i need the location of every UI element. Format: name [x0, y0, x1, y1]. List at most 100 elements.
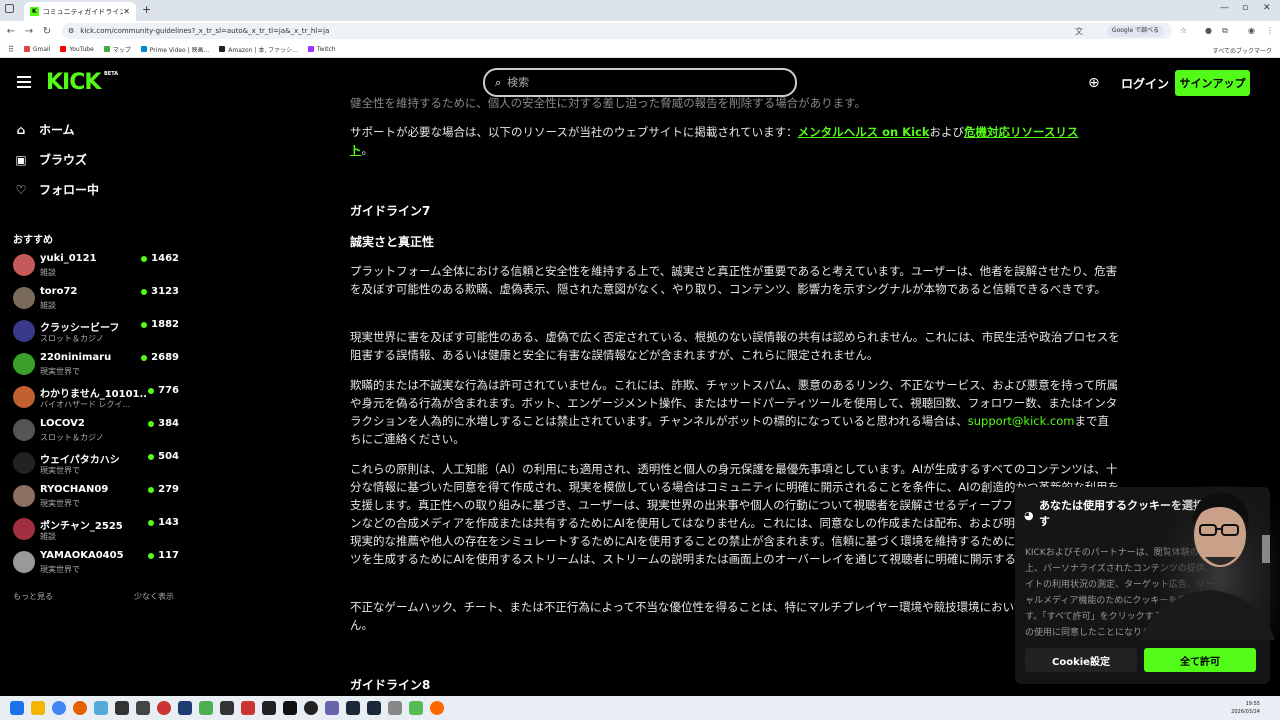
maximize-icon[interactable]: ▫ [1242, 3, 1248, 13]
address-bar[interactable]: ⚙ kick.com/community-guidelines?_x_tr_sl… [62, 23, 1172, 39]
tab-title: コミュニティガイドライン - キックストリ [42, 7, 124, 16]
app-icon-5[interactable] [199, 701, 213, 715]
start-icon[interactable] [10, 701, 24, 715]
tab-close-icon[interactable]: ✕ [123, 7, 130, 16]
bookmark-maps[interactable]: マップ [103, 45, 131, 54]
file-explorer-icon[interactable] [31, 701, 45, 715]
all-bookmarks[interactable]: すべてのブックマーク [1213, 46, 1272, 55]
crisis-resources-link[interactable]: 危機対応リソースリス [964, 125, 1078, 139]
hamburger-menu-icon[interactable] [17, 76, 31, 88]
show-more-link[interactable]: もっと見る [13, 591, 53, 602]
app-icon-11[interactable] [367, 701, 381, 715]
recommended-title: おすすめ [13, 235, 53, 246]
puzzle-icon[interactable]: ⧉ [1222, 26, 1228, 36]
app-icon-8[interactable] [283, 701, 297, 715]
channel-item[interactable]: LOCOV2 スロット＆カジノ 384 [13, 416, 183, 446]
system-clock[interactable]: 19:55 2026/03/24 [1231, 700, 1260, 716]
channel-name: 220ninimaru [40, 352, 112, 363]
live-dot-icon [148, 553, 155, 559]
cookie-settings-button[interactable]: Cookie設定 [1025, 648, 1137, 672]
bookmark-star-icon[interactable]: ☆ [1180, 26, 1187, 35]
reload-icon[interactable]: ↻ [38, 26, 56, 37]
channel-item[interactable]: クラッシービーフ スロット＆カジノ 1882 [13, 317, 183, 347]
allow-all-button[interactable]: 全て許可 [1144, 648, 1256, 672]
channel-item[interactable]: yuki_0121 雑談 1462 [13, 251, 183, 281]
live-dot-icon [148, 487, 155, 493]
channel-item[interactable]: RYOCHAN09 現実世界で 279 [13, 482, 183, 512]
channel-item[interactable]: YAMAOKA0405 現実世界で 117 [13, 548, 183, 578]
google-lens-button[interactable]: Google で調べる [1106, 25, 1164, 37]
sidebar-item-label: フォロー中 [39, 183, 100, 197]
firefox-icon[interactable] [73, 701, 87, 715]
site-info-icon[interactable]: ⚙ [68, 27, 74, 35]
bookmark-amazon[interactable]: Amazon | 本, ファッシ... [219, 45, 298, 54]
chrome-icon[interactable] [52, 701, 66, 715]
avatar [13, 386, 35, 408]
avatar [13, 551, 35, 573]
steam-icon[interactable] [346, 701, 360, 715]
sidebar-item-browse[interactable]: ▣ ブラウズ [14, 151, 87, 168]
clock-time: 19:55 [1245, 701, 1260, 707]
bookmark-youtube[interactable]: YouTube [60, 46, 94, 53]
app-icon-12[interactable] [388, 701, 402, 715]
forward-icon[interactable]: → [20, 26, 38, 37]
channel-name: toro72 [40, 286, 78, 297]
extension-icon[interactable]: ● [1205, 26, 1212, 35]
home-icon: ⌂ [16, 122, 26, 137]
beta-badge: BETA [104, 71, 119, 77]
channel-name: クラッシービーフ [40, 323, 120, 334]
mental-health-link[interactable]: メンタルヘルス on Kick [798, 125, 930, 139]
bookmark-gmail[interactable]: Gmail [23, 46, 50, 53]
app-icon-3[interactable] [136, 701, 150, 715]
channel-item[interactable]: ウェイパタカハシ 現実世界で 504 [13, 449, 183, 479]
app-icon-14[interactable] [430, 701, 444, 715]
channel-item[interactable]: 220ninimaru 現実世界で 2689 [13, 350, 183, 380]
sidebar-item-home[interactable]: ⌂ ホーム [14, 121, 75, 138]
guideline7-paragraph-3: 欺瞞的または不誠実な行為は許可されていません。これには、詐欺、チャットスパム、悪… [350, 378, 1119, 446]
app-icon-2[interactable] [115, 701, 129, 715]
app-icon-10[interactable] [325, 701, 339, 715]
search-icon: ⌕ [495, 75, 502, 89]
search-input[interactable] [507, 76, 768, 89]
tab-search-icon[interactable] [5, 4, 14, 13]
profile-icon[interactable]: ◉ [1248, 26, 1255, 35]
signup-button[interactable]: サインアップ [1175, 70, 1250, 96]
app-icon-13[interactable] [409, 701, 423, 715]
channel-item[interactable]: わかりません_10101... バイオハザード レクイ... 776 [13, 383, 183, 413]
search-box[interactable]: ⌕ [483, 68, 797, 97]
live-dot-icon [141, 256, 148, 262]
bookmark-twitch[interactable]: Twitch [307, 46, 336, 53]
browser-tab[interactable]: K コミュニティガイドライン - キックストリ ✕ [24, 2, 136, 21]
minimize-icon[interactable]: — [1220, 3, 1229, 13]
language-globe-icon[interactable]: ⊕ [1088, 75, 1100, 91]
app-icon-9[interactable] [304, 701, 318, 715]
menu-dots-icon[interactable]: ⋮ [1266, 26, 1274, 35]
channel-category: 現実世界で [40, 367, 80, 376]
app-icon-1[interactable] [94, 701, 108, 715]
app-icon-6[interactable] [220, 701, 234, 715]
back-icon[interactable]: ← [2, 26, 20, 37]
app-icon-4[interactable] [178, 701, 192, 715]
bookmark-prime-video[interactable]: Prime Video | 映画... [140, 45, 209, 54]
channel-item[interactable]: toro72 雑談 3123 [13, 284, 183, 314]
channel-name: わかりません_10101... [40, 389, 146, 400]
sidebar-item-following[interactable]: ♡ フォロー中 [14, 181, 99, 198]
translate-icon[interactable]: 文 [1075, 26, 1083, 37]
close-window-icon[interactable]: ✕ [1263, 3, 1271, 13]
terminal-icon[interactable] [262, 701, 276, 715]
show-less-link[interactable]: 少なく表示 [134, 591, 174, 602]
apps-grid-icon[interactable]: ⠿ [8, 45, 14, 54]
kick-logo[interactable]: KICK [46, 70, 101, 95]
guideline7-subtitle: 誠実さと真正性 [350, 235, 435, 249]
login-button[interactable]: ログイン [1121, 75, 1169, 92]
support-paragraph: サポートが必要な場合は、以下のリソースが当社のウェブサイトに掲載されています：メ… [350, 125, 1079, 157]
new-tab-icon[interactable]: + [142, 3, 151, 16]
viewer-count: 143 [158, 517, 179, 528]
bookmarks-bar: ⠿ Gmail YouTube マップ Prime Video | 映画... … [0, 41, 1280, 58]
obs-icon[interactable] [157, 701, 171, 715]
crisis-resources-link-cont[interactable]: ト [350, 143, 362, 157]
app-icon-7[interactable] [241, 701, 255, 715]
webcam-overlay [1140, 485, 1280, 640]
channel-item[interactable]: ポンチャン_2525 雑談 143 [13, 515, 183, 545]
support-email-link[interactable]: support@kick.com [968, 414, 1075, 428]
